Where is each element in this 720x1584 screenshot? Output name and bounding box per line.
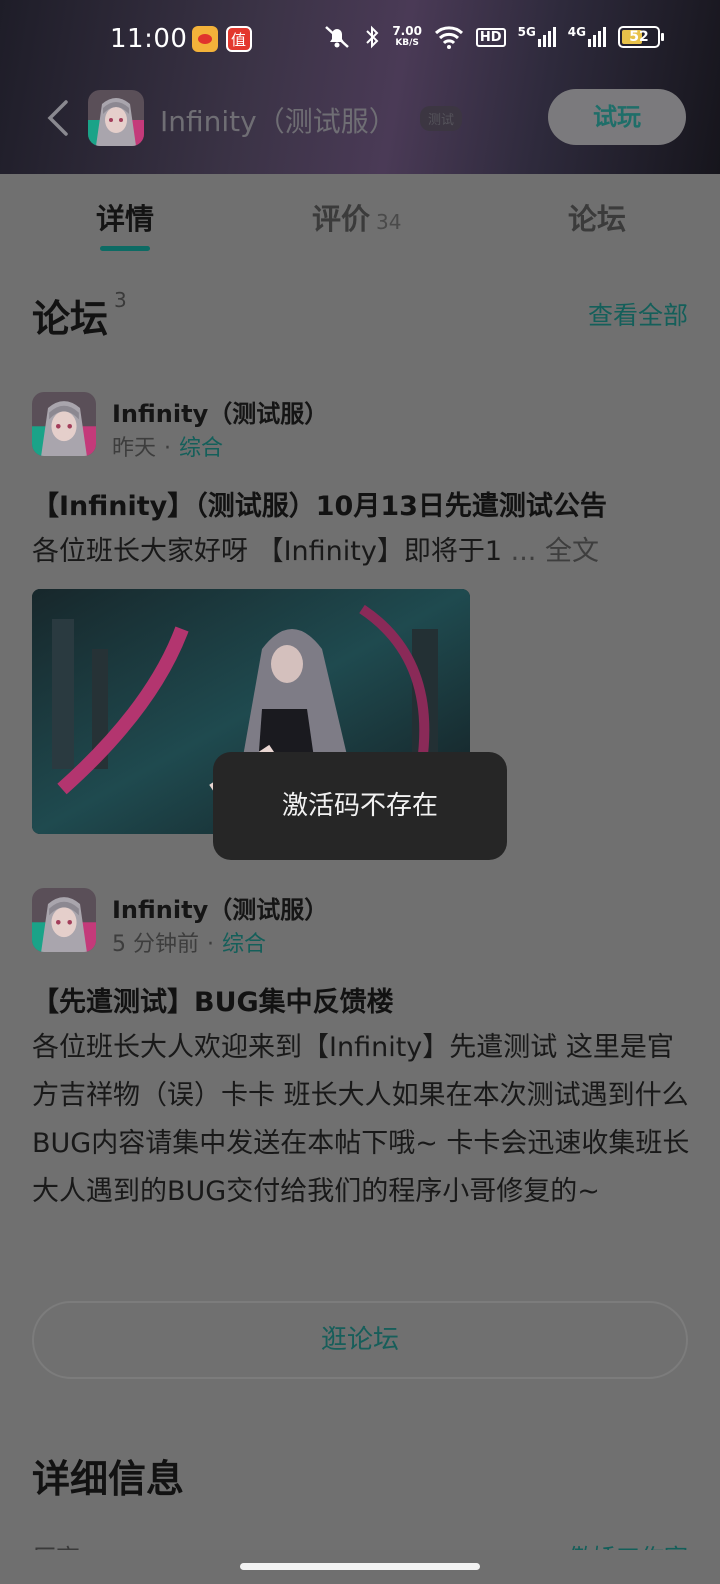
app-icon [88,90,144,146]
avatar [32,392,96,456]
net-speed-value: 7.00 [392,24,422,38]
post-category[interactable]: 综合 [179,436,223,461]
post-author: Infinity（测试服） [112,400,329,428]
sim2-label: 4G [567,25,586,39]
back-arrow-icon[interactable] [44,98,72,138]
tab-reviews-count: 34 [376,210,402,234]
signal-5g: 5G [517,25,556,47]
test-tag: 测试 [420,106,463,131]
forum-section-title: 论坛 3 [32,288,127,343]
post-time: 5 分钟前 [112,932,199,957]
sim1-label: 5G [517,25,536,39]
meta-dot: · [207,932,214,957]
post-2-header[interactable]: Infinity（测试服） 5 分钟前 · 综合 [32,888,692,958]
tab-reviews-label: 评价 [312,202,371,236]
status-bar: 11:00 7.00 KB/S HD [0,0,720,80]
zhidemai-icon [226,26,252,52]
tab-details[interactable]: 详情 [96,196,154,238]
bluetooth-icon [366,25,379,49]
post-time: 昨天 [112,436,157,461]
tab-bar: 详情 评价 34 论坛 [0,174,720,264]
active-tab-indicator [100,246,150,251]
toast-message: 激活码不存在 [213,752,507,860]
wifi-icon [434,26,463,49]
tab-forum-label: 论坛 [568,202,627,236]
home-indicator[interactable] [240,1563,480,1570]
post-1-header[interactable]: Infinity（测试服） 昨天 · 综合 [32,392,692,462]
battery-icon: 52 [618,26,664,48]
tab-details-label: 详情 [96,202,155,236]
tab-reviews[interactable]: 评价 34 [312,196,401,238]
status-time: 11:00 [110,24,188,54]
tab-forum[interactable]: 论坛 [568,196,626,238]
signal-4g: 4G [567,25,606,47]
post-title[interactable]: 【Infinity】（测试服）10月13日先遣测试公告 [32,484,607,523]
nav-title: Infinity（测试服） [160,105,397,138]
forum-title-text: 论坛 [32,297,109,341]
post-category[interactable]: 综合 [222,932,266,957]
post-author: Infinity（测试服） [112,896,329,924]
post-body[interactable]: 各位班长大人欢迎来到【Infinity】先遣测试 这里是官方吉祥物（误）卡卡 班… [32,1024,692,1216]
forum-count: 3 [114,288,127,312]
hd-badge: HD [475,27,506,47]
post-title[interactable]: 【先遣测试】BUG集中反馈楼 [32,980,394,1019]
browse-forum-button[interactable]: 逛论坛 [32,1301,688,1379]
weibo-icon [192,26,218,52]
read-more-link[interactable]: ... 全文 [511,536,599,567]
post-excerpt-text: 各位班长大家好呀 【Infinity】即将于1 [32,536,503,567]
post-meta: 5 分钟前 · 综合 [112,926,266,958]
post-excerpt[interactable]: 各位班长大家好呀 【Infinity】即将于1 ... 全文 [32,528,692,576]
meta-dot: · [164,436,172,461]
battery-level: 52 [629,29,649,45]
post-meta: 昨天 · 综合 [112,430,223,462]
net-speed-unit: KB/S [395,38,419,48]
net-speed: 7.00 KB/S [392,25,422,49]
header: 11:00 7.00 KB/S HD [0,0,720,174]
mute-bell-icon [325,26,350,48]
status-icons: 7.00 KB/S HD 5G 4G 52 [322,24,664,50]
try-play-button[interactable]: 试玩 [548,89,686,145]
see-all-link[interactable]: 查看全部 [588,296,688,332]
nav-bar: Infinity（测试服） 测试 试玩 [0,86,720,150]
avatar [32,888,96,952]
details-section-title: 详细信息 [32,1457,185,1501]
